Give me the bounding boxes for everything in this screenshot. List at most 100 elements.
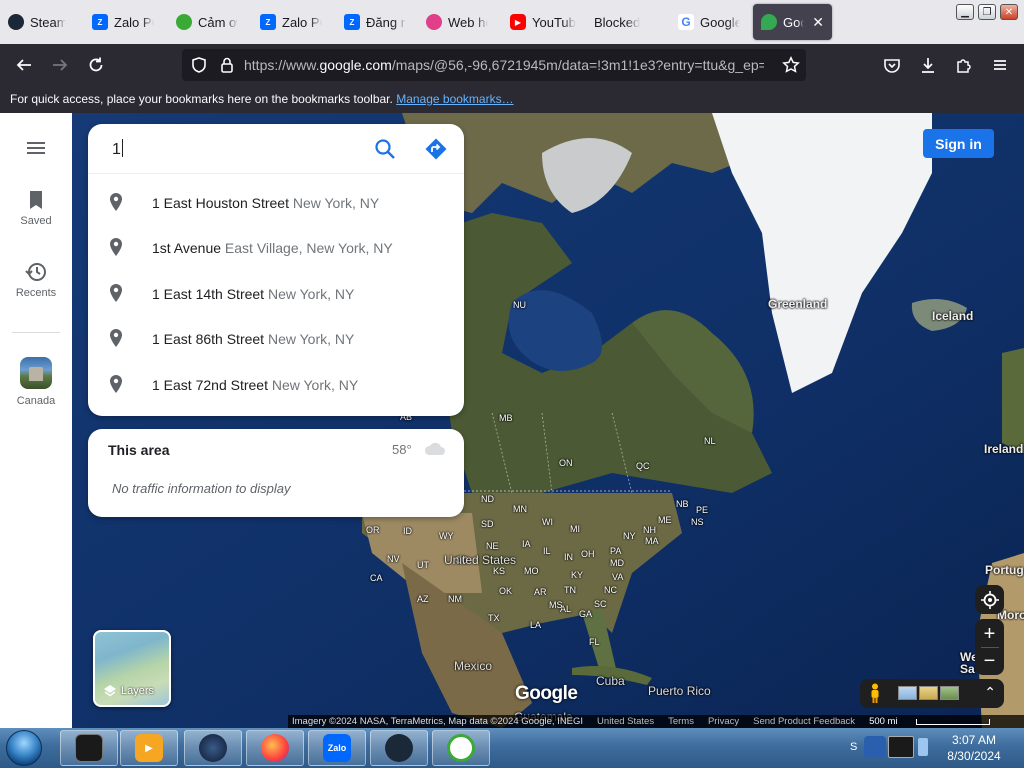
label-mi: MI bbox=[570, 524, 580, 534]
expand-chevron-icon[interactable]: ⌃ bbox=[984, 684, 996, 701]
clock-date: 8/30/2024 bbox=[947, 749, 1001, 763]
forward-button[interactable] bbox=[48, 53, 72, 77]
suggestion-text: 1 East 72nd Street New York, NY bbox=[152, 377, 359, 393]
label-mo: MO bbox=[524, 566, 539, 576]
suggestion-item[interactable]: 1 East 86th Street New York, NY bbox=[88, 316, 464, 361]
minimize-button[interactable]: ▁ bbox=[956, 4, 974, 20]
bookmark-star-icon[interactable] bbox=[782, 56, 800, 74]
pocket-button[interactable] bbox=[880, 53, 904, 77]
maps-menu-button[interactable] bbox=[0, 139, 72, 161]
bookmarks-toolbar: For quick access, place your bookmarks h… bbox=[0, 86, 1024, 113]
label-qc: QC bbox=[636, 461, 650, 471]
label-id: ID bbox=[403, 526, 412, 536]
pegman-icon[interactable] bbox=[870, 683, 880, 703]
taskbar-firefox[interactable] bbox=[246, 730, 304, 766]
extensions-button[interactable] bbox=[952, 53, 976, 77]
taskbar-steam[interactable] bbox=[370, 730, 428, 766]
search-input[interactable]: 1 bbox=[112, 139, 123, 159]
tab-zalo-2[interactable]: Z Zalo PC bbox=[260, 4, 322, 40]
tab-zalo-1[interactable]: Z Zalo PC bbox=[92, 4, 154, 40]
label-fl: FL bbox=[589, 637, 600, 647]
back-button[interactable] bbox=[12, 53, 36, 77]
satellite-map[interactable]: Greenland Iceland Ireland Portug Moro We… bbox=[72, 113, 1024, 728]
menu-button[interactable] bbox=[988, 53, 1012, 77]
label-ireland: Ireland bbox=[984, 442, 1024, 456]
location-target-icon bbox=[980, 590, 999, 609]
tray-app-icon[interactable] bbox=[864, 736, 886, 758]
label-portugal: Portug bbox=[985, 563, 1024, 577]
tray-monitor-icon[interactable] bbox=[888, 736, 914, 758]
scale-bar[interactable]: 500 mi bbox=[869, 716, 1004, 727]
downloads-button[interactable] bbox=[916, 53, 940, 77]
thumbnail-2[interactable] bbox=[919, 686, 938, 700]
label-nh: NH bbox=[643, 525, 656, 535]
zoom-controls: + − bbox=[975, 619, 1004, 675]
download-icon bbox=[922, 58, 934, 73]
close-window-button[interactable]: ✕ bbox=[1000, 4, 1018, 20]
volume-icon[interactable] bbox=[918, 738, 928, 756]
recent-place-canada[interactable]: Canada bbox=[0, 357, 72, 407]
search-icon[interactable] bbox=[374, 138, 396, 160]
label-ns: NS bbox=[691, 517, 704, 527]
close-tab-icon[interactable]: ✕ bbox=[812, 14, 824, 31]
hamburger-icon bbox=[27, 142, 45, 154]
tab-steam[interactable]: Steam bbox=[8, 4, 66, 40]
privacy-link[interactable]: Privacy bbox=[708, 716, 739, 727]
tab-google[interactable]: G Google bbox=[678, 4, 740, 40]
zoom-in-button[interactable]: + bbox=[984, 621, 996, 647]
steam-icon bbox=[8, 14, 24, 30]
taskbar-green-app[interactable] bbox=[432, 730, 490, 766]
tab-google-maps[interactable]: Google Maps ✕ bbox=[753, 4, 832, 40]
taskbar-app-dark[interactable] bbox=[184, 730, 242, 766]
taskbar-clock[interactable]: 3:07 AM 8/30/2024 bbox=[934, 732, 1014, 764]
tab-web-hoc[interactable]: Web học bbox=[426, 4, 488, 40]
thumbnail-3[interactable] bbox=[940, 686, 959, 700]
search-box[interactable]: 1 bbox=[88, 124, 464, 174]
label-ca: CA bbox=[370, 573, 383, 583]
suggestion-item[interactable]: 1 East 72nd Street New York, NY bbox=[88, 362, 464, 407]
label-ia: IA bbox=[522, 539, 531, 549]
my-location-button[interactable] bbox=[975, 585, 1004, 614]
suggestion-item[interactable]: 1 East 14th Street New York, NY bbox=[88, 271, 464, 316]
zalo-icon: Z bbox=[92, 14, 108, 30]
zoom-out-button[interactable]: − bbox=[984, 648, 996, 674]
suggestion-item[interactable]: 1 East Houston Street New York, NY bbox=[88, 180, 464, 225]
navigation-toolbar: https://www.google.com/maps/@56,-96,6721… bbox=[0, 44, 1024, 86]
tab-blocked[interactable]: Blocked bbox=[594, 4, 654, 40]
tab-dang-nhap[interactable]: Z Đăng nhập bbox=[344, 4, 406, 40]
search-panel: 1 1 East Houston Street New York, NY 1st… bbox=[88, 124, 464, 416]
country-link[interactable]: United States bbox=[597, 716, 654, 727]
puzzle-icon bbox=[957, 59, 971, 73]
taskbar-media-player[interactable]: ▶ bbox=[120, 730, 178, 766]
url-text[interactable]: https://www.google.com/maps/@56,-96,6721… bbox=[244, 57, 764, 73]
suggestion-item[interactable]: 1st Avenue East Village, New York, NY bbox=[88, 225, 464, 270]
layers-button[interactable]: Layers bbox=[93, 630, 171, 707]
feedback-link[interactable]: Send Product Feedback bbox=[753, 716, 855, 727]
label-mb: MB bbox=[499, 413, 513, 423]
directions-icon[interactable] bbox=[424, 137, 448, 161]
lock-icon[interactable] bbox=[218, 56, 236, 74]
manage-bookmarks-link[interactable]: Manage bookmarks… bbox=[396, 92, 513, 106]
tab-youtube[interactable]: ▶ YouTube bbox=[510, 4, 576, 40]
tracking-shield-icon[interactable] bbox=[190, 56, 208, 74]
start-button[interactable] bbox=[6, 730, 42, 766]
reload-button[interactable] bbox=[84, 53, 108, 77]
saved-button[interactable]: Saved bbox=[0, 189, 72, 227]
restore-button[interactable]: ❐ bbox=[978, 4, 996, 20]
this-area-card[interactable]: This area 58° No traffic information to … bbox=[88, 429, 464, 517]
rail-divider bbox=[12, 332, 60, 333]
bookmark-icon bbox=[30, 191, 42, 209]
reload-icon bbox=[89, 57, 103, 72]
taskbar-zalo[interactable]: Zalo bbox=[308, 730, 366, 766]
zalo-icon: Zalo bbox=[323, 734, 351, 762]
thumbnail-1[interactable] bbox=[898, 686, 917, 700]
tab-cam-on[interactable]: Cảm ơn bbox=[176, 4, 238, 40]
canada-thumbnail bbox=[20, 357, 52, 389]
address-bar[interactable]: https://www.google.com/maps/@56,-96,6721… bbox=[182, 49, 806, 81]
label-greenland: Greenland bbox=[768, 297, 828, 311]
recents-button[interactable]: Recents bbox=[0, 261, 72, 299]
imagery-thumbnails[interactable] bbox=[898, 686, 959, 700]
sign-in-button[interactable]: Sign in bbox=[923, 129, 994, 158]
taskbar-terminal[interactable] bbox=[60, 730, 118, 766]
terms-link[interactable]: Terms bbox=[668, 716, 694, 727]
